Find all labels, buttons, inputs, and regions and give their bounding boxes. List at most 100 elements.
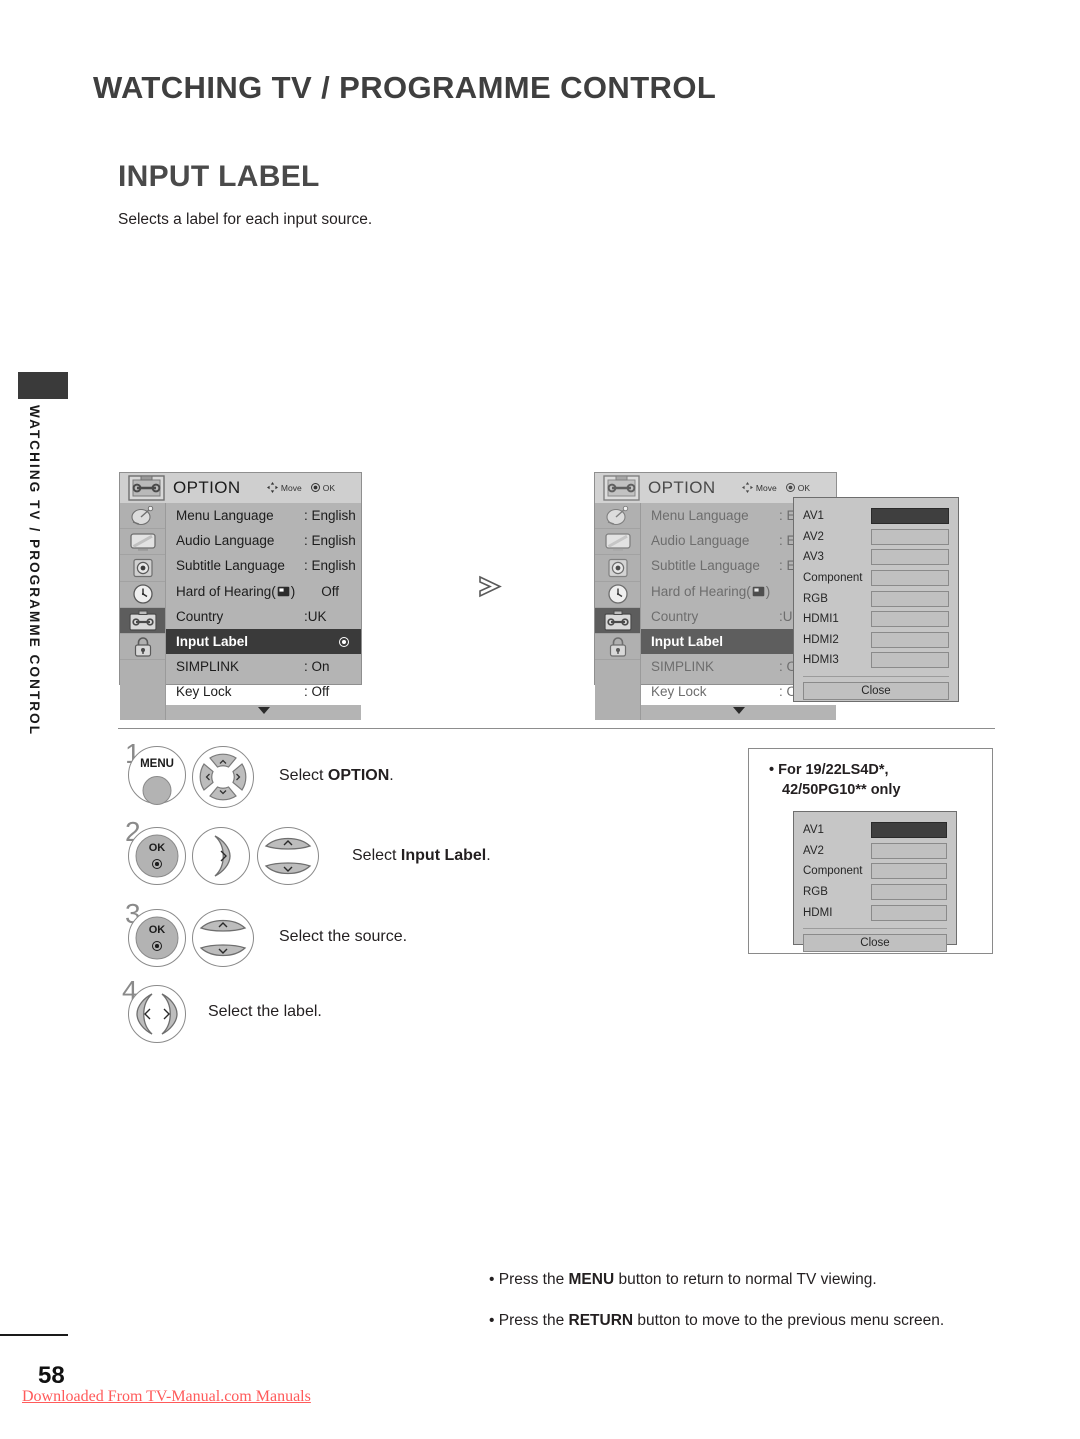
sidebar-item-lock[interactable] <box>595 634 640 661</box>
menu-row[interactable]: Key Lock : Off <box>166 679 361 704</box>
menu-row-label: Key Lock <box>176 684 232 700</box>
menu-row-value: :UK <box>304 608 327 624</box>
input-list-item-field[interactable] <box>871 652 949 669</box>
input-list-item-field[interactable] <box>871 884 947 901</box>
menu-row[interactable]: SIMPLINK : On <box>166 654 361 679</box>
menu-row[interactable]: Audio Language : English <box>166 528 361 553</box>
input-list-item-field[interactable] <box>871 528 949 545</box>
menu-button-cap <box>142 776 172 805</box>
ok-button[interactable]: OK <box>128 909 186 967</box>
menu-row[interactable]: Country :UK <box>166 604 361 629</box>
model-note-line2-sup: ** <box>855 781 867 798</box>
close-button[interactable]: Close <box>803 933 947 952</box>
model-note-box: • For 19/22LS4D*, 42/50PG10** only AV1 A… <box>748 748 993 954</box>
dpad-button[interactable] <box>192 746 254 808</box>
input-list-item[interactable]: HDMI <box>803 902 947 923</box>
input-list-item[interactable]: HDMI2 <box>803 630 949 651</box>
input-list-item-label: Component <box>803 572 863 585</box>
input-list-item-label: AV2 <box>803 844 824 857</box>
sidebar-item-lock[interactable] <box>120 634 165 661</box>
model-note-line1-end: , <box>884 762 889 778</box>
toolbox-option-icon <box>128 475 165 501</box>
sidebar-item-satellite[interactable] <box>120 503 165 530</box>
input-list-item-label: HDMI1 <box>803 613 839 626</box>
input-list-item-label: AV1 <box>803 510 824 523</box>
divider <box>118 728 995 729</box>
input-list-item[interactable]: Component <box>803 568 949 589</box>
sidebar-item-satellite[interactable] <box>595 503 640 530</box>
ok-dot-icon <box>152 859 162 869</box>
menu-row-label: Country <box>176 608 224 624</box>
input-list-item[interactable]: HDMI3 <box>803 650 949 671</box>
chapter-title: WATCHING TV / PROGRAMME CONTROL <box>93 70 717 105</box>
input-list-item[interactable]: HDMI1 <box>803 609 949 630</box>
sidebar-item-picture[interactable] <box>595 529 640 556</box>
input-list-item[interactable]: RGB <box>803 882 947 903</box>
input-list-item[interactable]: AV1 <box>803 506 949 527</box>
menu-row[interactable]: Hard of Hearing( ) Off <box>166 579 361 604</box>
input-list-item[interactable]: AV1 <box>803 820 947 841</box>
left-right-arrow-button[interactable] <box>128 985 186 1043</box>
model-note-line1: • For 19/22LS4D <box>769 762 879 778</box>
step-instruction: Select Input Label. <box>352 847 491 865</box>
input-list-item-field[interactable] <box>871 611 949 628</box>
side-tab-marker <box>18 372 68 399</box>
up-down-arrow-button[interactable] <box>192 909 254 967</box>
input-list-item[interactable]: AV2 <box>803 841 947 862</box>
osd-scroll-footer <box>641 704 836 720</box>
osd-hints: Move OK <box>741 482 810 493</box>
step-text-plain: Select the source. <box>279 928 408 945</box>
up-down-arrow-button[interactable] <box>257 827 319 885</box>
subtitle-cc-icon <box>277 586 290 597</box>
input-list-item-field[interactable] <box>871 904 947 921</box>
model-note-line2-end: only <box>866 781 901 798</box>
menu-button-label: MENU <box>140 758 174 770</box>
menu-row-input-label[interactable]: Input Label <box>166 628 361 655</box>
sidebar-item-time[interactable] <box>595 582 640 608</box>
right-arrow-button[interactable] <box>192 827 250 885</box>
sidebar-item-audio[interactable] <box>120 555 165 582</box>
chevron-down-icon[interactable] <box>257 706 270 714</box>
chevron-right-icon <box>474 570 507 608</box>
input-list-item-field[interactable] <box>871 631 949 648</box>
chevron-down-icon[interactable] <box>732 706 745 714</box>
sidebar-item-audio[interactable] <box>595 555 640 582</box>
input-list-item-field[interactable] <box>871 570 949 587</box>
input-list-item-field[interactable] <box>871 842 947 859</box>
input-list-item[interactable]: RGB <box>803 588 949 609</box>
input-list-item-field[interactable] <box>871 508 949 525</box>
section-description: Selects a label for each input source. <box>118 211 373 228</box>
menu-row-label: SIMPLINK <box>176 659 240 675</box>
input-list-item-label: HDMI2 <box>803 633 839 646</box>
ok-dot-icon <box>152 941 162 951</box>
menu-button[interactable]: MENU <box>128 746 186 805</box>
ok-button[interactable]: OK <box>128 827 186 885</box>
menu-row-label: Key Lock <box>651 684 707 700</box>
sidebar-item-option[interactable] <box>120 607 165 634</box>
step-text-bold: OPTION <box>327 767 390 784</box>
menu-row-label: Subtitle Language <box>651 558 760 574</box>
input-list-item-field[interactable] <box>871 590 949 607</box>
input-list-item-field[interactable] <box>871 549 949 566</box>
input-list-item[interactable]: Component <box>803 861 947 882</box>
input-list-item[interactable]: AV3 <box>803 547 949 568</box>
manual-page: WATCHING TV / PROGRAMME CONTROL INPUT LA… <box>0 0 1080 1439</box>
menu-row-value: : English <box>304 508 356 524</box>
sidebar-item-time[interactable] <box>120 582 165 608</box>
sidebar-item-picture[interactable] <box>120 529 165 556</box>
close-button[interactable]: Close <box>803 681 949 700</box>
menu-row[interactable]: Subtitle Language : English <box>166 553 361 578</box>
sidebar-item-option[interactable] <box>595 607 640 634</box>
menu-row-label: Menu Language <box>176 508 274 524</box>
model-note-line2-wrap: 42/50PG10** only <box>769 781 984 801</box>
satellite-dish-icon <box>129 505 156 526</box>
input-list-item-field[interactable] <box>871 863 947 880</box>
page-number: 58 <box>38 1362 65 1389</box>
osd-icon-column <box>120 503 166 720</box>
osd-scroll-footer <box>166 704 361 720</box>
menu-row[interactable]: Menu Language : English <box>166 503 361 528</box>
input-list-item-field[interactable] <box>871 822 947 839</box>
menu-row-value: : English <box>304 558 356 574</box>
input-list-item[interactable]: AV2 <box>803 527 949 548</box>
ok-button-disc <box>135 916 179 960</box>
